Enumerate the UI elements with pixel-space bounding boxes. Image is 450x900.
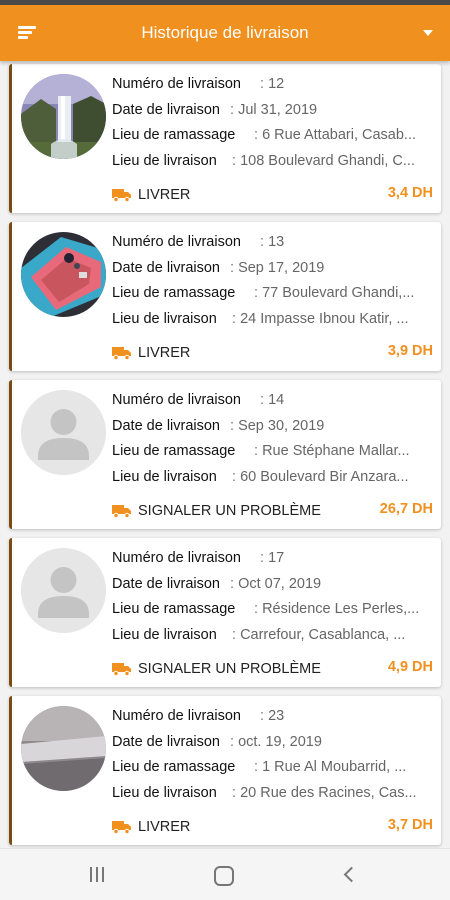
date-label: Date de livraison xyxy=(112,576,220,592)
system-nav-bar xyxy=(0,848,450,900)
action-label: SIGNALER UN PROBLÈME xyxy=(138,661,321,677)
delivery-number: 14 xyxy=(268,392,285,408)
waterfall-photo-avatar xyxy=(21,74,106,159)
number-label: Numéro de livraison xyxy=(112,234,241,250)
delivery-date: Sep 17, 2019 xyxy=(238,260,325,276)
date-label: Date de livraison xyxy=(112,418,220,434)
truck-icon xyxy=(112,505,131,518)
delivery-location-label: Lieu de livraison xyxy=(112,469,217,485)
delivery-number: 12 xyxy=(268,76,285,92)
delivery-address: 60 Boulevard Bir Anzara... xyxy=(240,469,409,485)
price: 3,4 DH xyxy=(387,185,433,201)
recent-apps-icon[interactable] xyxy=(84,863,112,887)
deliver-button[interactable]: LIVRER xyxy=(112,343,190,363)
delivery-location-label: Lieu de livraison xyxy=(112,627,217,643)
number-label: Numéro de livraison xyxy=(112,708,241,724)
price: 26,7 DH xyxy=(379,501,433,517)
delivery-address: 24 Impasse Ibnou Katir, ... xyxy=(240,311,409,327)
action-label: LIVRER xyxy=(138,345,191,361)
price: 4,9 DH xyxy=(387,659,433,675)
truck-icon xyxy=(112,347,131,360)
delivery-address: 108 Boulevard Ghandi, C... xyxy=(240,153,415,169)
delivery-address: 20 Rue des Racines, Cas... xyxy=(240,785,417,801)
phone-photo-avatar xyxy=(21,232,106,317)
number-label: Numéro de livraison xyxy=(112,76,241,92)
price: 3,7 DH xyxy=(387,817,433,833)
default-user-avatar xyxy=(21,390,106,475)
pickup-address: 1 Rue Al Moubarrid, ... xyxy=(262,759,407,775)
default-user-avatar xyxy=(21,548,106,633)
truck-icon xyxy=(112,189,131,202)
delivery-date: Oct 07, 2019 xyxy=(238,576,322,592)
pickup-label: Lieu de ramassage xyxy=(112,443,236,459)
deliver-button[interactable]: LIVRER xyxy=(112,185,190,205)
number-label: Numéro de livraison xyxy=(112,550,241,566)
action-label: LIVRER xyxy=(138,819,191,835)
grey-photo-avatar xyxy=(21,706,106,791)
date-label: Date de livraison xyxy=(112,734,220,750)
pickup-address: 77 Boulevard Ghandi,... xyxy=(262,285,415,301)
pickup-address: 6 Rue Attabari, Casab... xyxy=(262,127,417,143)
report-problem-button[interactable]: SIGNALER UN PROBLÈME xyxy=(112,659,321,679)
delivery-date: oct. 19, 2019 xyxy=(238,734,322,750)
delivery-card[interactable]: Numéro de livraison: 13 Date de livraiso… xyxy=(9,222,441,371)
delivery-number: 17 xyxy=(268,550,285,566)
delivery-number: 13 xyxy=(268,234,285,250)
delivery-address: Carrefour, Casablanca, ... xyxy=(240,627,406,643)
delivery-card[interactable]: Numéro de livraison: 14 Date de livraiso… xyxy=(9,380,441,529)
price: 3,9 DH xyxy=(387,343,433,359)
pickup-label: Lieu de ramassage xyxy=(112,285,236,301)
pickup-address: Résidence Les Perles,... xyxy=(262,601,420,617)
delivery-card[interactable]: Numéro de livraison: 17 Date de livraiso… xyxy=(9,538,441,687)
app-bar: Historique de livraison xyxy=(0,5,450,61)
delivery-number: 23 xyxy=(268,708,285,724)
caret-down-icon[interactable] xyxy=(420,25,436,41)
delivery-location-label: Lieu de livraison xyxy=(112,785,217,801)
pickup-label: Lieu de ramassage xyxy=(112,127,236,143)
delivery-location-label: Lieu de livraison xyxy=(112,311,217,327)
date-label: Date de livraison xyxy=(112,260,220,276)
pickup-label: Lieu de ramassage xyxy=(112,601,236,617)
delivery-location-label: Lieu de livraison xyxy=(112,153,217,169)
back-icon[interactable] xyxy=(338,863,366,887)
delivery-card[interactable]: Numéro de livraison: 12 Date de livraiso… xyxy=(9,64,441,213)
delivery-date: Jul 31, 2019 xyxy=(238,102,318,118)
number-label: Numéro de livraison xyxy=(112,392,241,408)
date-label: Date de livraison xyxy=(112,102,220,118)
home-icon[interactable] xyxy=(210,863,238,887)
truck-icon xyxy=(112,821,131,834)
delivery-date: Sep 30, 2019 xyxy=(238,418,325,434)
action-label: SIGNALER UN PROBLÈME xyxy=(138,503,321,519)
pickup-address: Rue Stéphane Mallar... xyxy=(262,443,410,459)
deliver-button[interactable]: LIVRER xyxy=(112,817,190,837)
delivery-card[interactable]: Numéro de livraison: 23 Date de livraiso… xyxy=(9,696,441,845)
truck-icon xyxy=(112,663,131,676)
page-title: Historique de livraison xyxy=(141,23,309,42)
action-label: LIVRER xyxy=(138,187,191,203)
delivery-list[interactable]: Numéro de livraison: 12 Date de livraiso… xyxy=(0,61,450,848)
report-problem-button[interactable]: SIGNALER UN PROBLÈME xyxy=(112,501,321,521)
pickup-label: Lieu de ramassage xyxy=(112,759,236,775)
